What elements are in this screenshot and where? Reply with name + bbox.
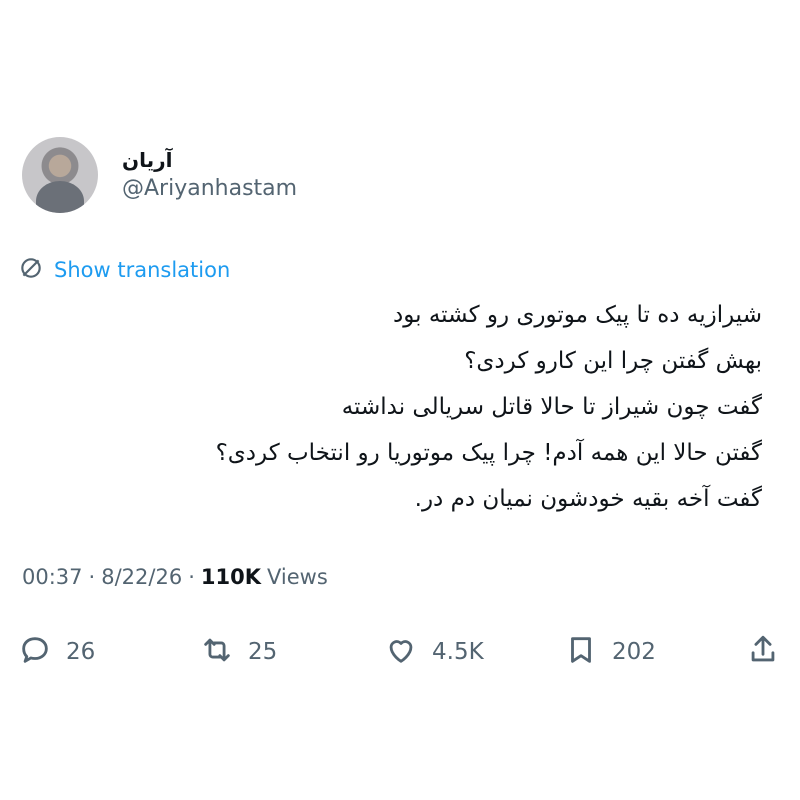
user-handle[interactable]: @Ariyanhastam xyxy=(122,175,297,203)
reply-button[interactable]: 26 xyxy=(18,630,95,674)
retweet-count: 25 xyxy=(248,639,278,665)
avatar[interactable] xyxy=(22,137,98,213)
tweet-time[interactable]: 00:37 xyxy=(22,565,83,589)
meta-separator: · xyxy=(188,565,195,589)
tweet-text: شیرازیه ده تا پیک موتوری رو کشته بود بهش… xyxy=(62,292,762,522)
share-icon xyxy=(746,633,780,671)
share-button[interactable] xyxy=(746,630,780,674)
user-info: آریان @Ariyanhastam xyxy=(122,147,297,203)
like-icon xyxy=(384,633,418,671)
tweet-line: شیرازیه ده تا پیک موتوری رو کشته بود xyxy=(392,302,762,328)
tweet-date[interactable]: 8/22/26 xyxy=(101,565,182,589)
views-label: Views xyxy=(266,565,328,589)
retweet-button[interactable]: 25 xyxy=(200,630,277,674)
show-translation-label[interactable]: Show translation xyxy=(54,258,230,282)
action-bar: 26 25 4.5K 202 xyxy=(18,630,788,674)
meta-separator: · xyxy=(88,565,96,589)
bookmark-count: 202 xyxy=(612,639,656,665)
translate-icon xyxy=(18,255,44,285)
bookmark-button[interactable]: 202 xyxy=(564,630,656,674)
tweet-line: گفت آخه بقیه خودشون نمیان دم در. xyxy=(414,486,762,512)
tweet-line: گفت چون شیراز تا حالا قاتل سریالی نداشته xyxy=(341,394,762,420)
tweet-line: گفتن حالا این همه آدم! چرا پیک موتوریا ر… xyxy=(215,440,762,466)
tweet-header: آریان @Ariyanhastam xyxy=(22,135,297,215)
tweet-meta: 00:37 · 8/22/26 · 110K Views xyxy=(22,565,328,589)
display-name[interactable]: آریان xyxy=(122,147,297,173)
like-count: 4.5K xyxy=(432,639,484,665)
reply-count: 26 xyxy=(66,639,96,665)
views-count: 110K xyxy=(200,565,261,589)
tweet-line: بهش گفتن چرا این کارو کردی؟ xyxy=(464,348,762,374)
bookmark-icon xyxy=(564,633,598,671)
reply-icon xyxy=(18,633,52,671)
like-button[interactable]: 4.5K xyxy=(384,630,484,674)
show-translation-link[interactable]: Show translation xyxy=(18,255,230,285)
retweet-icon xyxy=(200,633,234,671)
